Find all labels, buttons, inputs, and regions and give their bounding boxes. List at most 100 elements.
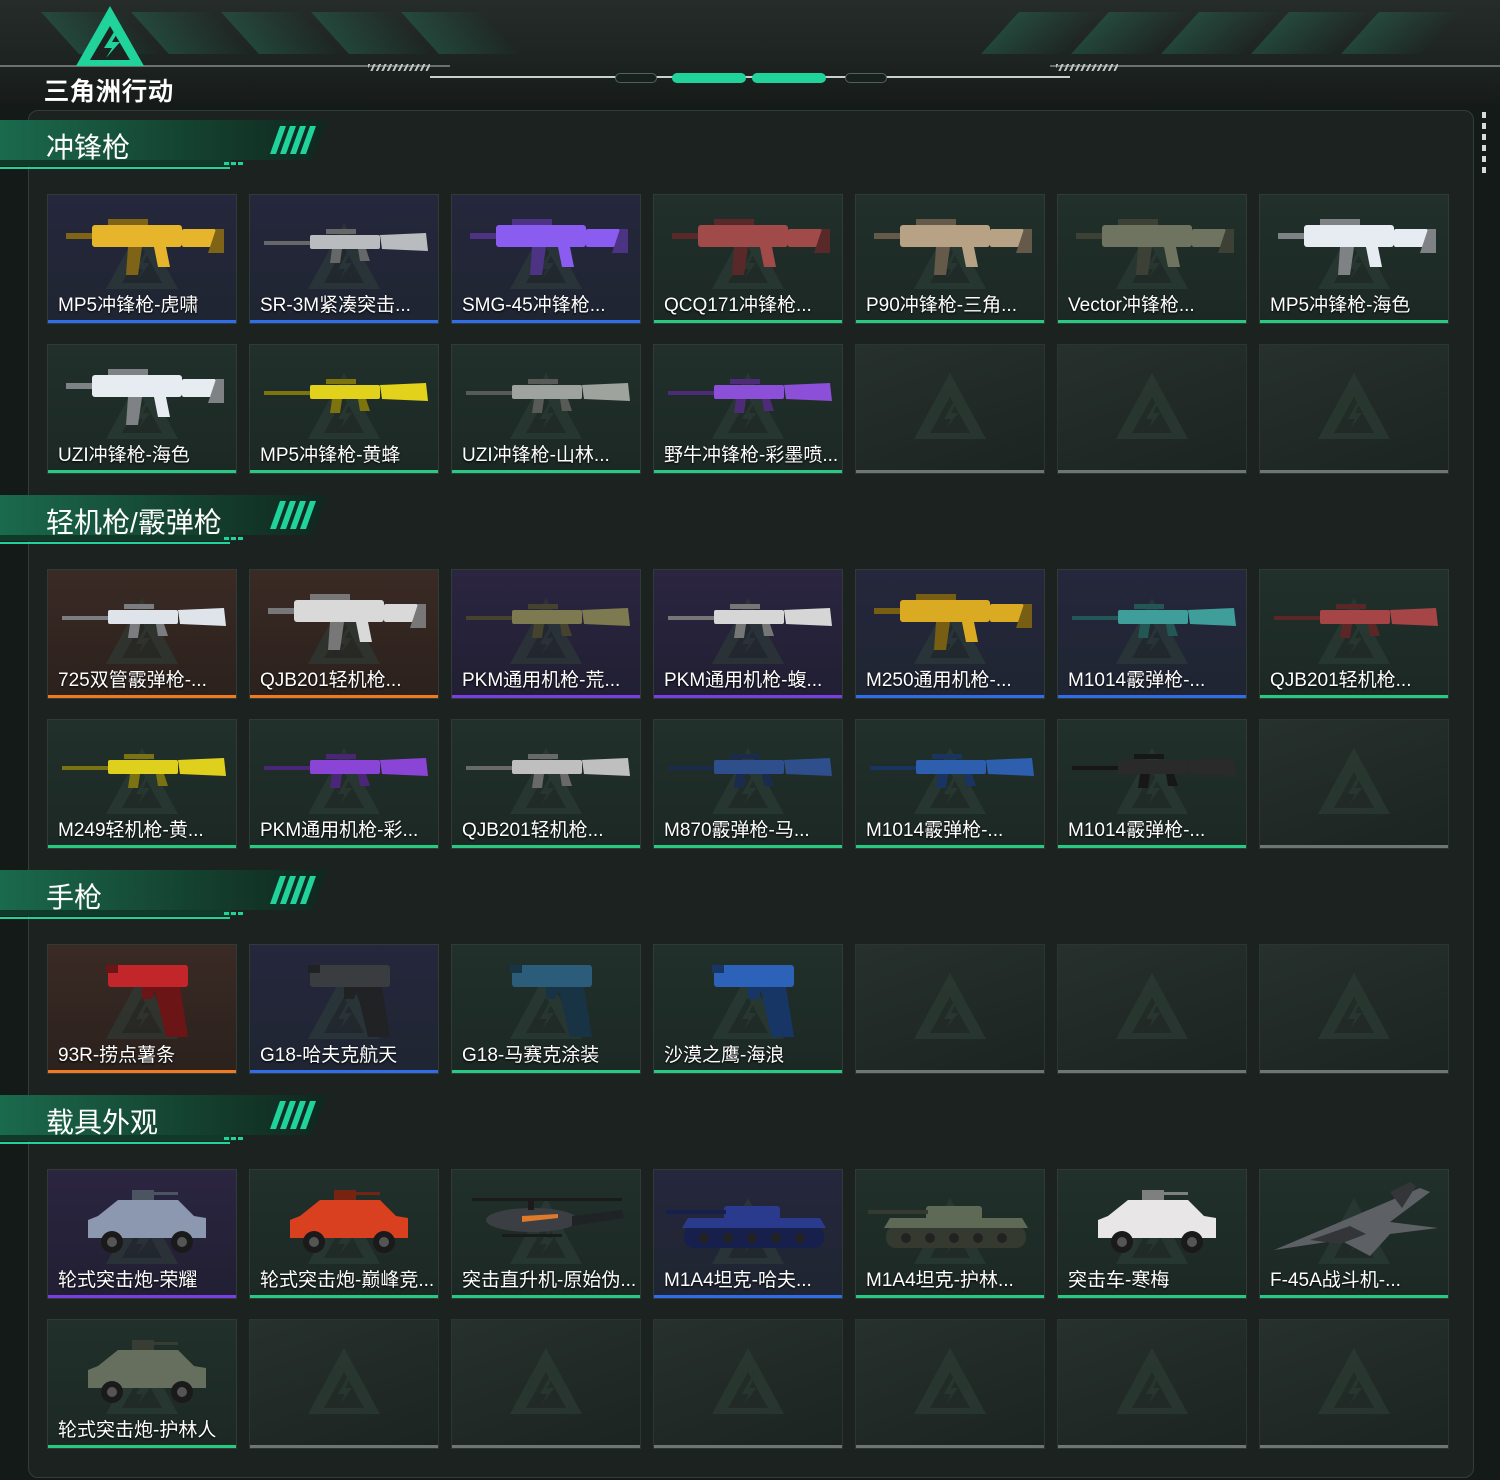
item-image-pistol: [712, 965, 794, 1037]
item-card[interactable]: UZI冲锋枪-山林...: [451, 344, 641, 474]
quality-bar: [654, 1070, 842, 1073]
item-image-gun: [1278, 219, 1436, 275]
section-title: 轻机枪/霰弹枪: [46, 507, 222, 538]
quality-bar: [452, 1295, 640, 1298]
item-card[interactable]: M1014霰弹枪-...: [855, 719, 1045, 849]
item-card[interactable]: QJB201轻机枪...: [249, 569, 439, 699]
item-name: PKM通用机枪-彩...: [260, 820, 419, 841]
quality-bar: [250, 845, 438, 848]
item-card[interactable]: M1014霰弹枪-...: [1057, 569, 1247, 699]
empty-slot: [249, 1319, 439, 1449]
item-name: 沙漠之鹰-海浪: [664, 1045, 785, 1066]
quality-bar: [654, 470, 842, 473]
empty-slot-logo-icon: [914, 1348, 986, 1414]
item-grid: 轮式突击炮-荣耀 轮式突击炮-巅峰竞... 突击直升机-原始伪... M1A4坦…: [47, 1169, 1449, 1449]
item-card[interactable]: 93R-捞点薯条: [47, 944, 237, 1074]
item-card[interactable]: G18-马赛克涂装: [451, 944, 641, 1074]
quality-bar: [452, 470, 640, 473]
item-card[interactable]: QCQ171冲锋枪...: [653, 194, 843, 324]
item-name: M250通用机枪-...: [866, 670, 1012, 691]
item-image-pistol: [106, 965, 188, 1037]
item-name: MP5冲锋枪-黄蜂: [260, 445, 401, 466]
item-image-rifle: [668, 379, 832, 413]
item-card[interactable]: M1A4坦克-护林...: [855, 1169, 1045, 1299]
item-image-gun: [1076, 219, 1234, 275]
item-card[interactable]: 725双管霰弹枪-...: [47, 569, 237, 699]
item-name: 突击直升机-原始伪...: [462, 1270, 636, 1291]
item-name: QCQ171冲锋枪...: [664, 295, 812, 316]
item-name: M1A4坦克-护林...: [866, 1270, 1014, 1291]
item-name: 轮式突击炮-荣耀: [58, 1270, 198, 1291]
item-name: 725双管霰弹枪-...: [58, 670, 207, 691]
quality-bar: [452, 1070, 640, 1073]
item-image-rifle: [466, 379, 630, 413]
item-card[interactable]: M249轻机枪-黄...: [47, 719, 237, 849]
item-card[interactable]: F-45A战斗机-...: [1259, 1169, 1449, 1299]
scrollbar[interactable]: [1482, 112, 1486, 178]
item-name: M1014霰弹枪-...: [1068, 670, 1206, 691]
empty-slot: [1057, 944, 1247, 1074]
quality-bar: [48, 1295, 236, 1298]
item-name: MP5冲锋枪-海色: [1270, 295, 1411, 316]
item-name: UZI冲锋枪-山林...: [462, 445, 610, 466]
item-card[interactable]: SR-3M紧凑突击...: [249, 194, 439, 324]
quality-bar: [856, 1295, 1044, 1298]
section-header: 载具外观: [0, 1095, 330, 1147]
empty-slot-logo-icon: [1318, 1348, 1390, 1414]
empty-slot-logo-icon: [1318, 748, 1390, 814]
item-card[interactable]: QJB201轻机枪...: [451, 719, 641, 849]
quality-bar: [1260, 1445, 1448, 1448]
item-card[interactable]: 轮式突击炮-荣耀: [47, 1169, 237, 1299]
item-card[interactable]: P90冲锋枪-三角...: [855, 194, 1045, 324]
item-name: G18-马赛克涂装: [462, 1045, 600, 1066]
quality-bar: [1058, 695, 1246, 698]
item-image-tank: [868, 1206, 1028, 1248]
item-card[interactable]: Vector冲锋枪...: [1057, 194, 1247, 324]
item-card[interactable]: 突击车-寒梅: [1057, 1169, 1247, 1299]
page-indicator-active[interactable]: [672, 73, 746, 83]
item-card[interactable]: M870霰弹枪-马...: [653, 719, 843, 849]
item-name: 轮式突击炮-护林人: [58, 1420, 217, 1441]
item-card[interactable]: UZI冲锋枪-海色: [47, 344, 237, 474]
page-indicator[interactable]: [845, 73, 887, 83]
item-name: M1014霰弹枪-...: [1068, 820, 1206, 841]
item-card[interactable]: MP5冲锋枪-黄蜂: [249, 344, 439, 474]
item-card[interactable]: 野牛冲锋枪-彩墨喷...: [653, 344, 843, 474]
item-card[interactable]: 轮式突击炮-巅峰竞...: [249, 1169, 439, 1299]
empty-slot: [855, 944, 1045, 1074]
item-card[interactable]: 突击直升机-原始伪...: [451, 1169, 641, 1299]
page-indicator[interactable]: [615, 73, 657, 83]
quality-bar: [452, 695, 640, 698]
empty-slot-logo-icon: [510, 1348, 582, 1414]
quality-bar: [1260, 470, 1448, 473]
item-card[interactable]: QJB201轻机枪...: [1259, 569, 1449, 699]
quality-bar: [48, 845, 236, 848]
item-card[interactable]: PKM通用机枪-彩...: [249, 719, 439, 849]
item-card[interactable]: M250通用机枪-...: [855, 569, 1045, 699]
quality-bar: [452, 1445, 640, 1448]
page-indicator-active[interactable]: [752, 73, 826, 83]
item-name: 突击车-寒梅: [1068, 1270, 1170, 1291]
item-card[interactable]: M1014霰弹枪-...: [1057, 719, 1247, 849]
item-card[interactable]: MP5冲锋枪-海色: [1259, 194, 1449, 324]
empty-slot: [451, 1319, 641, 1449]
item-card[interactable]: G18-哈夫克航天: [249, 944, 439, 1074]
item-image-gun: [874, 219, 1032, 275]
item-card[interactable]: SMG-45冲锋枪...: [451, 194, 641, 324]
item-card[interactable]: 沙漠之鹰-海浪: [653, 944, 843, 1074]
item-card[interactable]: M1A4坦克-哈夫...: [653, 1169, 843, 1299]
item-image-rifle: [1274, 604, 1438, 638]
empty-slot: [1259, 344, 1449, 474]
item-card[interactable]: PKM通用机枪-荒...: [451, 569, 641, 699]
quality-bar: [856, 320, 1044, 323]
quality-bar: [856, 695, 1044, 698]
quality-bar: [48, 1070, 236, 1073]
item-card[interactable]: PKM通用机枪-蝮...: [653, 569, 843, 699]
quality-bar: [250, 1295, 438, 1298]
quality-bar: [1260, 1295, 1448, 1298]
empty-slot: [855, 1319, 1045, 1449]
empty-slot: [1259, 1319, 1449, 1449]
item-card[interactable]: 轮式突击炮-护林人: [47, 1319, 237, 1449]
triangle-logo-icon: [76, 6, 144, 66]
item-card[interactable]: MP5冲锋枪-虎啸: [47, 194, 237, 324]
